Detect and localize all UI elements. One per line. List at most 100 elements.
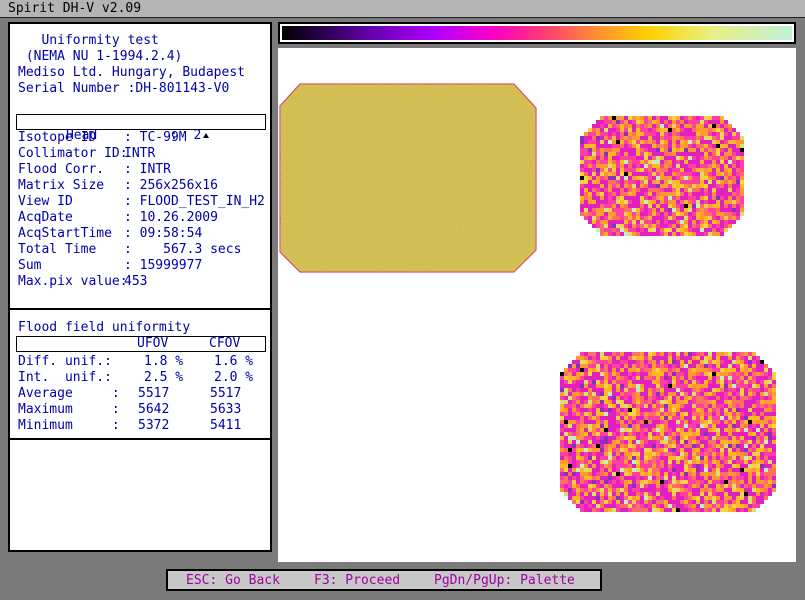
map-pixel xyxy=(720,432,724,436)
map-pixel xyxy=(584,436,588,440)
map-pixel xyxy=(760,472,764,476)
map-pixel xyxy=(688,204,692,208)
map-pixel xyxy=(708,396,712,400)
map-pixel xyxy=(736,172,740,176)
map-pixel xyxy=(684,408,688,412)
map-pixel xyxy=(736,496,740,500)
map-pixel xyxy=(628,148,632,152)
map-pixel xyxy=(756,408,760,412)
map-pixel xyxy=(672,388,676,392)
map-pixel xyxy=(648,488,652,492)
map-pixel xyxy=(720,172,724,176)
map-pixel xyxy=(672,160,676,164)
map-pixel xyxy=(628,180,632,184)
map-pixel xyxy=(608,128,612,132)
map-pixel xyxy=(616,360,620,364)
map-pixel xyxy=(560,380,564,384)
map-pixel xyxy=(692,472,696,476)
row-label: Minimum : xyxy=(18,418,120,433)
map-pixel xyxy=(724,180,728,184)
map-pixel xyxy=(712,436,716,440)
map-pixel xyxy=(612,504,616,508)
map-pixel xyxy=(700,440,704,444)
map-pixel xyxy=(744,408,748,412)
map-pixel xyxy=(592,412,596,416)
map-pixel xyxy=(712,408,716,412)
map-pixel xyxy=(688,128,692,132)
map-pixel xyxy=(764,424,768,428)
map-pixel xyxy=(724,420,728,424)
map-pixel xyxy=(628,352,632,356)
map-pixel xyxy=(692,420,696,424)
map-pixel xyxy=(608,148,612,152)
map-pixel xyxy=(580,144,584,148)
map-pixel xyxy=(628,212,632,216)
map-pixel xyxy=(624,164,628,168)
map-pixel xyxy=(692,456,696,460)
map-pixel xyxy=(720,352,724,356)
map-pixel xyxy=(564,432,568,436)
map-pixel xyxy=(708,384,712,388)
map-pixel xyxy=(572,392,576,396)
map-pixel xyxy=(592,484,596,488)
map-pixel xyxy=(764,376,768,380)
map-pixel xyxy=(620,460,624,464)
map-pixel xyxy=(656,372,660,376)
map-pixel xyxy=(756,472,760,476)
map-pixel xyxy=(764,436,768,440)
map-pixel xyxy=(672,428,676,432)
map-pixel xyxy=(728,376,732,380)
map-pixel xyxy=(560,416,564,420)
map-pixel xyxy=(648,372,652,376)
map-pixel xyxy=(732,184,736,188)
map-pixel xyxy=(668,196,672,200)
map-pixel xyxy=(692,176,696,180)
map-pixel xyxy=(580,448,584,452)
map-pixel xyxy=(656,352,660,356)
map-pixel xyxy=(600,412,604,416)
map-pixel xyxy=(700,156,704,160)
map-pixel xyxy=(600,444,604,448)
map-pixel xyxy=(696,464,700,468)
map-pixel xyxy=(652,124,656,128)
map-pixel xyxy=(604,184,608,188)
map-pixel xyxy=(724,392,728,396)
map-pixel xyxy=(652,416,656,420)
map-pixel xyxy=(560,456,564,460)
map-pixel xyxy=(696,220,700,224)
go-back-key[interactable]: ESC: Go Back xyxy=(186,573,280,588)
head-selector[interactable]: Head: 2 xyxy=(16,114,266,143)
map-pixel xyxy=(580,152,584,156)
map-pixel xyxy=(640,496,644,500)
map-pixel xyxy=(684,224,688,228)
map-pixel xyxy=(624,388,628,392)
map-pixel xyxy=(620,436,624,440)
map-pixel xyxy=(736,132,740,136)
map-pixel xyxy=(616,380,620,384)
map-pixel xyxy=(672,476,676,480)
map-pixel xyxy=(664,456,668,460)
map-pixel xyxy=(580,372,584,376)
map-pixel xyxy=(704,128,708,132)
map-pixel xyxy=(740,200,744,204)
map-pixel xyxy=(744,388,748,392)
map-pixel xyxy=(752,452,756,456)
map-pixel xyxy=(576,464,580,468)
palette-key[interactable]: PgDn/PgUp: Palette xyxy=(434,573,575,588)
map-pixel xyxy=(576,380,580,384)
map-pixel xyxy=(632,416,636,420)
map-pixel xyxy=(736,404,740,408)
map-pixel xyxy=(624,368,628,372)
map-pixel xyxy=(704,484,708,488)
map-pixel xyxy=(748,492,752,496)
map-pixel xyxy=(692,192,696,196)
map-pixel xyxy=(648,472,652,476)
map-pixel xyxy=(580,392,584,396)
map-pixel xyxy=(620,396,624,400)
map-pixel xyxy=(736,392,740,396)
map-pixel xyxy=(620,388,624,392)
map-pixel xyxy=(612,216,616,220)
proceed-key[interactable]: F3: Proceed xyxy=(314,573,400,588)
map-pixel xyxy=(584,152,588,156)
map-pixel xyxy=(744,372,748,376)
